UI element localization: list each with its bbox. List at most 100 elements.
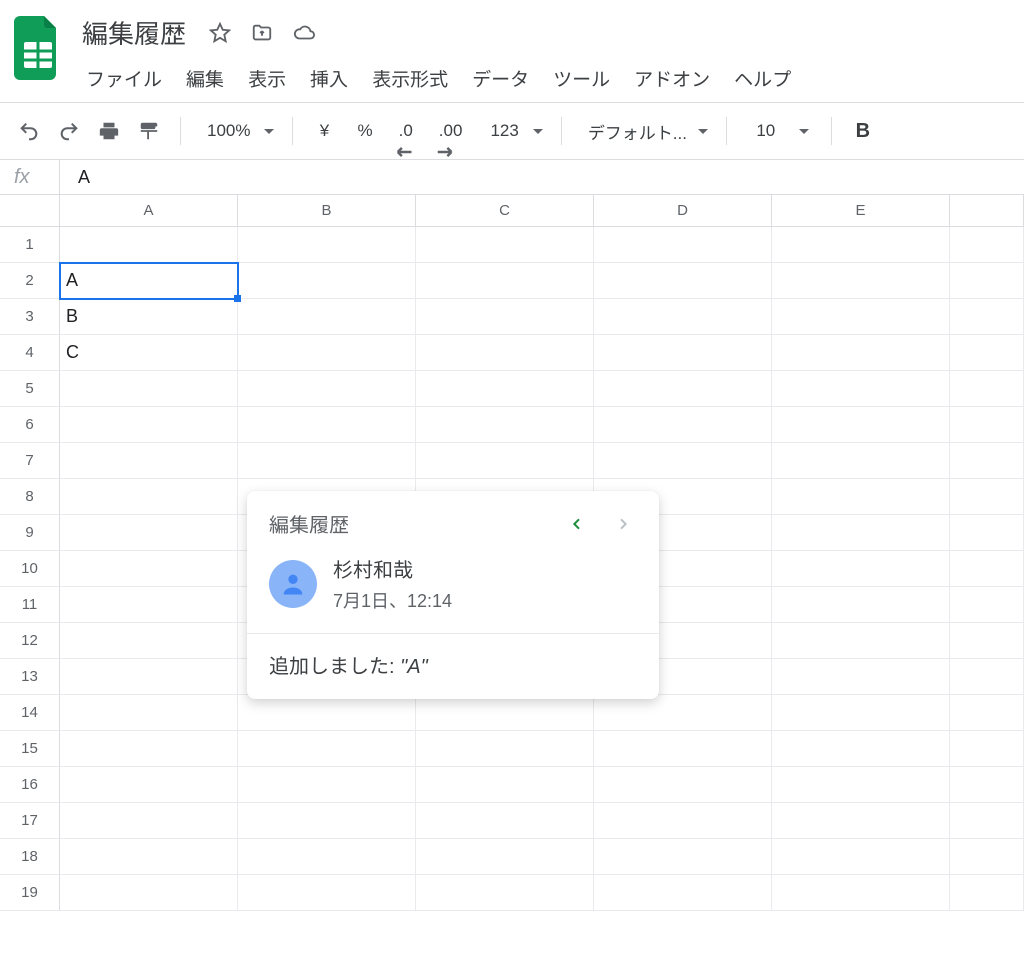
cell-D1[interactable]	[594, 227, 772, 263]
cell-E11[interactable]	[772, 587, 950, 623]
cell-B16[interactable]	[238, 767, 416, 803]
cell-E14[interactable]	[772, 695, 950, 731]
cell-E5[interactable]	[772, 371, 950, 407]
menu-view[interactable]: 表示	[238, 61, 296, 96]
cell[interactable]	[950, 587, 1024, 623]
row-header[interactable]: 9	[0, 515, 60, 551]
cell[interactable]	[950, 731, 1024, 767]
cell-C6[interactable]	[416, 407, 594, 443]
cell-C19[interactable]	[416, 875, 594, 911]
cell-E2[interactable]	[772, 263, 950, 299]
cell-E17[interactable]	[772, 803, 950, 839]
menu-edit[interactable]: 編集	[176, 61, 234, 96]
cell-E16[interactable]	[772, 767, 950, 803]
cell-B5[interactable]	[238, 371, 416, 407]
column-header[interactable]	[950, 195, 1024, 227]
cell-B18[interactable]	[238, 839, 416, 875]
cell-C15[interactable]	[416, 731, 594, 767]
decrease-decimal-button[interactable]: .0	[387, 113, 425, 149]
menu-insert[interactable]: 挿入	[300, 61, 358, 96]
cell-A14[interactable]	[60, 695, 238, 731]
cell-E6[interactable]	[772, 407, 950, 443]
cell-C4[interactable]	[416, 335, 594, 371]
cell-B2[interactable]	[238, 263, 416, 299]
row-header[interactable]: 17	[0, 803, 60, 839]
column-header[interactable]: E	[772, 195, 950, 227]
cell[interactable]	[950, 695, 1024, 731]
cell-B14[interactable]	[238, 695, 416, 731]
menu-format[interactable]: 表示形式	[362, 61, 458, 96]
row-header[interactable]: 5	[0, 371, 60, 407]
cell[interactable]	[950, 227, 1024, 263]
bold-button[interactable]: B	[844, 113, 882, 149]
cell-A18[interactable]	[60, 839, 238, 875]
cell[interactable]	[950, 839, 1024, 875]
cell[interactable]	[950, 479, 1024, 515]
cell-C17[interactable]	[416, 803, 594, 839]
cell-C18[interactable]	[416, 839, 594, 875]
cell-A9[interactable]	[60, 515, 238, 551]
zoom-dropdown[interactable]: 100%	[193, 113, 280, 149]
cloud-status-icon[interactable]	[290, 19, 318, 47]
cell-B15[interactable]	[238, 731, 416, 767]
column-header[interactable]: D	[594, 195, 772, 227]
cell-C14[interactable]	[416, 695, 594, 731]
more-formats-dropdown[interactable]: 123	[476, 113, 548, 149]
cell-D14[interactable]	[594, 695, 772, 731]
cell[interactable]	[950, 875, 1024, 911]
increase-decimal-button[interactable]: .00	[427, 113, 475, 149]
cell-D3[interactable]	[594, 299, 772, 335]
row-header[interactable]: 16	[0, 767, 60, 803]
cell-B3[interactable]	[238, 299, 416, 335]
cell-D5[interactable]	[594, 371, 772, 407]
cell-A1[interactable]	[60, 227, 238, 263]
cell-E12[interactable]	[772, 623, 950, 659]
cell-B4[interactable]	[238, 335, 416, 371]
row-header[interactable]: 3	[0, 299, 60, 335]
cell-D2[interactable]	[594, 263, 772, 299]
cell-E3[interactable]	[772, 299, 950, 335]
cell[interactable]	[950, 515, 1024, 551]
cell-A10[interactable]	[60, 551, 238, 587]
menu-file[interactable]: ファイル	[76, 61, 172, 96]
menu-help[interactable]: ヘルプ	[724, 61, 801, 96]
cell[interactable]	[950, 623, 1024, 659]
cell-A3[interactable]: B	[60, 299, 238, 335]
cell-E7[interactable]	[772, 443, 950, 479]
cell-B17[interactable]	[238, 803, 416, 839]
select-all-corner[interactable]	[0, 195, 60, 227]
cell-A19[interactable]	[60, 875, 238, 911]
cell-E8[interactable]	[772, 479, 950, 515]
cell-D7[interactable]	[594, 443, 772, 479]
undo-button[interactable]	[10, 113, 48, 149]
cell-E15[interactable]	[772, 731, 950, 767]
cell-A12[interactable]	[60, 623, 238, 659]
row-header[interactable]: 7	[0, 443, 60, 479]
cell[interactable]	[950, 263, 1024, 299]
menu-data[interactable]: データ	[462, 61, 539, 96]
row-header[interactable]: 15	[0, 731, 60, 767]
prev-edit-button[interactable]	[563, 510, 591, 538]
cell[interactable]	[950, 659, 1024, 695]
row-header[interactable]: 10	[0, 551, 60, 587]
formula-input[interactable]: A	[60, 167, 90, 188]
cell[interactable]	[950, 299, 1024, 335]
cell-D6[interactable]	[594, 407, 772, 443]
move-folder-icon[interactable]	[248, 19, 276, 47]
cell-B19[interactable]	[238, 875, 416, 911]
cell[interactable]	[950, 371, 1024, 407]
cell-A5[interactable]	[60, 371, 238, 407]
cell-D4[interactable]	[594, 335, 772, 371]
cell-D18[interactable]	[594, 839, 772, 875]
menu-tools[interactable]: ツール	[543, 61, 620, 96]
column-header[interactable]: B	[238, 195, 416, 227]
cell-D19[interactable]	[594, 875, 772, 911]
row-header[interactable]: 4	[0, 335, 60, 371]
cell-B1[interactable]	[238, 227, 416, 263]
paint-format-button[interactable]	[130, 113, 168, 149]
cell-E9[interactable]	[772, 515, 950, 551]
row-header[interactable]: 8	[0, 479, 60, 515]
print-button[interactable]	[90, 113, 128, 149]
row-header[interactable]: 19	[0, 875, 60, 911]
cell-E13[interactable]	[772, 659, 950, 695]
